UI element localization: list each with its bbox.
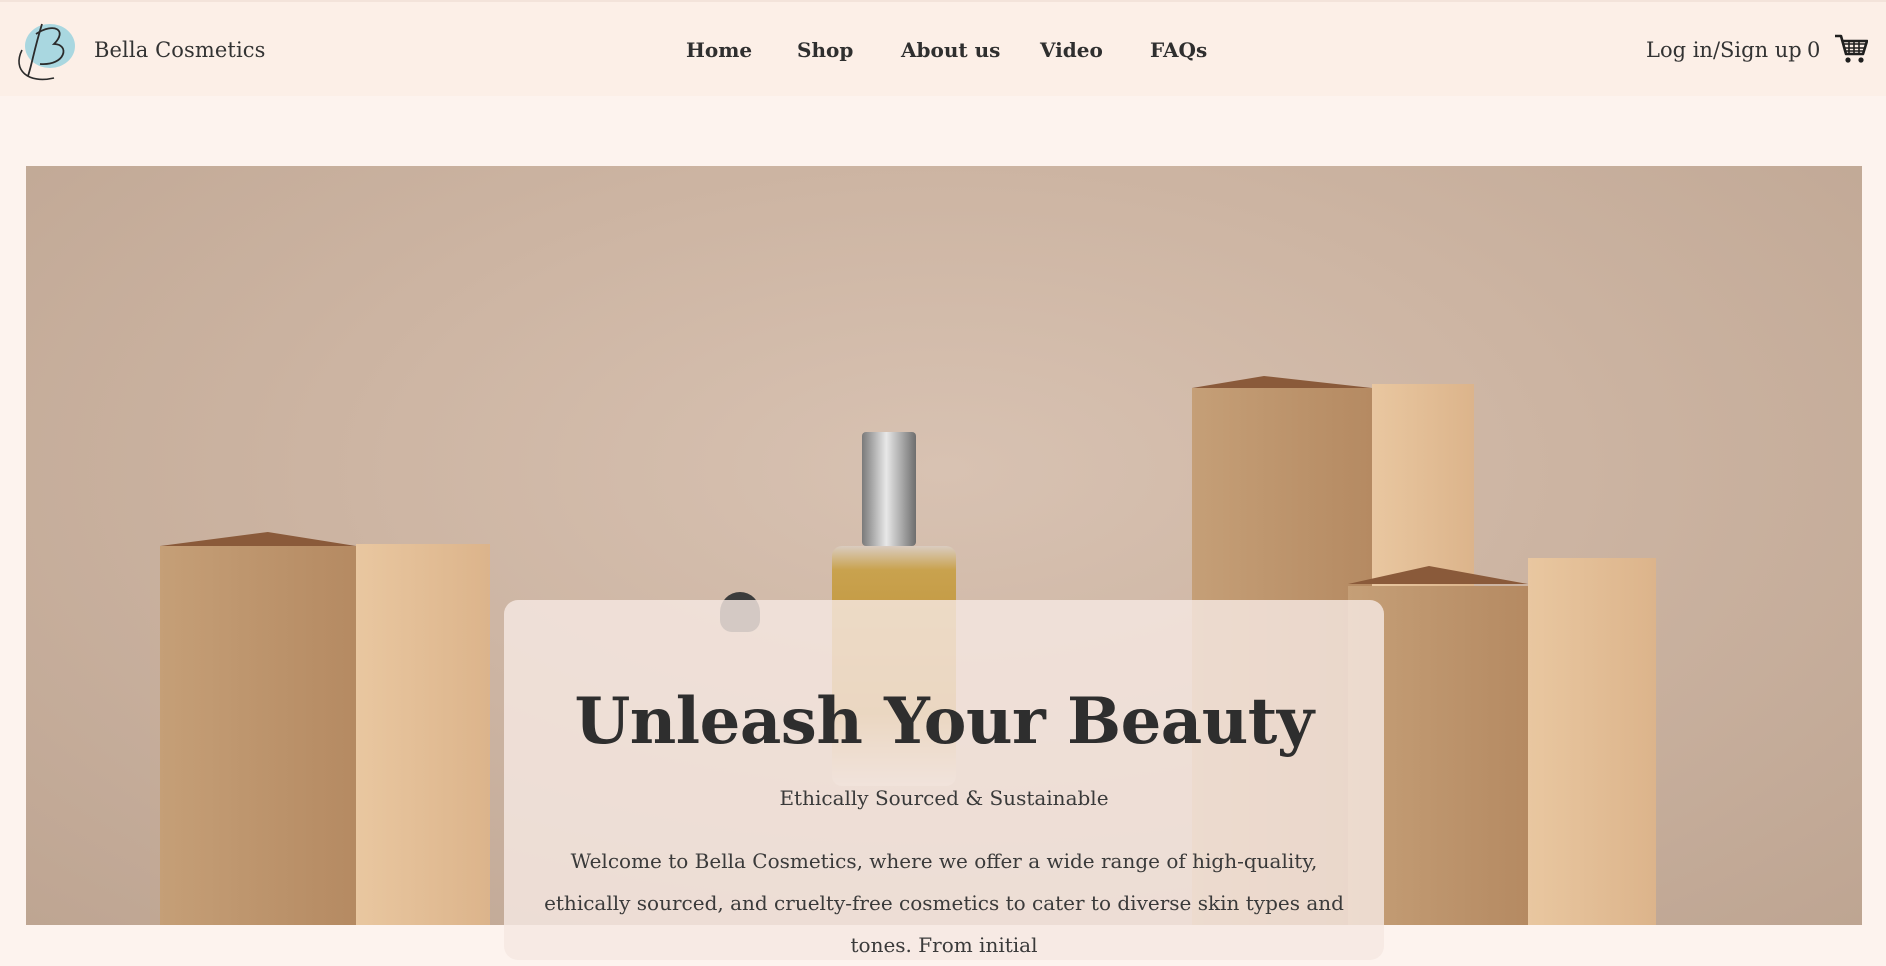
perfume-cap [862,432,916,546]
cart-count: 0 [1807,38,1821,62]
wooden-box-left-side [356,544,490,925]
hero-title: Unleash Your Beauty [574,684,1314,759]
login-signup-link[interactable]: Log in/Sign up [1646,38,1802,62]
nav-item-faqs[interactable]: FAQs [1150,38,1207,62]
wooden-box-left-top [160,532,356,546]
hero-subtitle: Ethically Sourced & Sustainable [779,786,1109,810]
brand-logo-icon[interactable] [14,20,78,82]
hero-card: Unleash Your Beauty Ethically Sourced & … [504,600,1384,960]
cart-icon[interactable] [1834,32,1868,66]
nav-item-video[interactable]: Video [1040,38,1103,62]
nav-item-shop[interactable]: Shop [797,38,853,62]
wooden-box-left [160,546,356,925]
brand-name[interactable]: Bella Cosmetics [94,38,266,62]
nav-item-about-us[interactable]: About us [901,38,1000,62]
nav-item-home[interactable]: Home [686,38,752,62]
site-header: Bella Cosmetics Home Shop About us Video… [0,0,1886,96]
wooden-box-right-front-side [1528,558,1656,925]
wooden-box-right-back-top [1192,376,1372,388]
hero-body-text: Welcome to Bella Cosmetics, where we off… [544,849,1344,957]
